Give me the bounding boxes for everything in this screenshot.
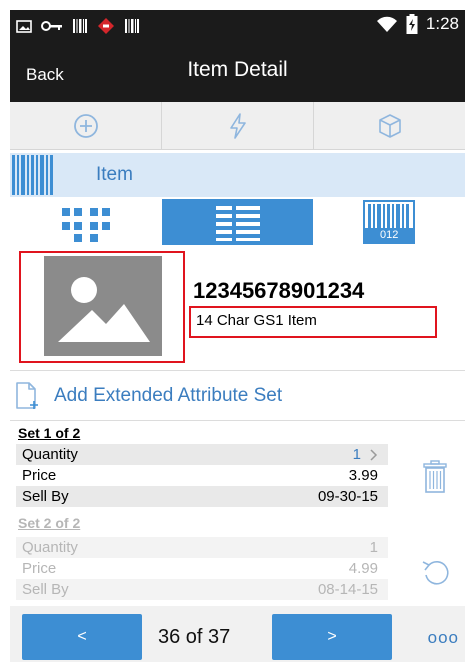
item-number: 12345678901234 xyxy=(193,278,365,303)
barcode-small-icon xyxy=(124,18,140,34)
set-title: Set 2 of 2 xyxy=(18,515,81,531)
row-value: 08-14-15 xyxy=(317,581,378,598)
barcode-view-digits: 012 xyxy=(365,228,414,242)
status-icons-right: 1:28 xyxy=(376,14,459,34)
attribute-set-1[interactable]: Quantity 1 Price 3.99 Sell By 09-30-15 xyxy=(16,444,388,507)
undo-icon xyxy=(422,561,449,585)
item-description-frame: 14 Char GS1 Item xyxy=(189,306,437,338)
image-icon xyxy=(16,19,32,33)
grid-icon xyxy=(61,208,110,242)
action-toolbar xyxy=(10,102,465,150)
page-title: Item Detail xyxy=(187,58,288,81)
status-bar: 1:28 xyxy=(10,10,465,40)
row-value: 1 xyxy=(352,446,361,463)
row-value-group: 1 xyxy=(353,446,378,463)
trash-icon xyxy=(423,460,447,493)
tab-list-view[interactable] xyxy=(161,199,314,245)
tab-grid-view[interactable] xyxy=(10,199,162,245)
image-placeholder-icon[interactable] xyxy=(44,256,162,356)
title-bar: Back Item Detail xyxy=(10,40,465,102)
item-section-header: Item xyxy=(10,153,465,197)
next-button[interactable]: > xyxy=(272,614,392,660)
battery-charging-icon xyxy=(406,14,418,34)
row-label: Sell By xyxy=(22,488,69,505)
pagination-bar: < 36 of 37 > ooo xyxy=(10,606,465,662)
box-icon xyxy=(378,113,401,138)
row-value: 4.99 xyxy=(348,560,378,577)
attribute-set-2: Quantity 1 Price 4.99 Sell By 08-14-15 xyxy=(16,537,388,600)
add-document-icon xyxy=(16,382,38,409)
list-icon xyxy=(215,206,260,241)
wifi-icon xyxy=(376,16,398,33)
set-row-quantity[interactable]: Quantity 1 xyxy=(16,444,388,465)
tab-barcode-view[interactable]: 012 xyxy=(313,199,466,245)
divider xyxy=(10,370,465,371)
alert-diamond-icon xyxy=(97,17,115,35)
row-value: 3.99 xyxy=(348,467,378,484)
divider xyxy=(10,420,465,421)
set-row-price: Price 4.99 xyxy=(16,558,388,579)
page-counter: 36 of 37 xyxy=(158,626,231,648)
more-options-button[interactable]: ooo xyxy=(428,628,459,648)
set-row-price: Price 3.99 xyxy=(16,465,388,486)
lightning-icon xyxy=(229,112,246,139)
set-row-quantity: Quantity 1 xyxy=(16,537,388,558)
chevron-right-icon[interactable] xyxy=(369,448,378,462)
row-label: Price xyxy=(22,560,57,577)
status-icons-left xyxy=(16,17,140,35)
quick-action-button[interactable] xyxy=(162,102,314,149)
set-row-sell-by: Sell By 09-30-15 xyxy=(16,486,388,507)
barcode-small-icon xyxy=(72,18,88,34)
row-value: 09-30-15 xyxy=(317,488,378,505)
key-icon xyxy=(41,20,63,32)
item-description: 14 Char GS1 Item xyxy=(196,312,317,329)
item-section-label: Item xyxy=(96,164,133,185)
add-extended-attribute-set-label: Add Extended Attribute Set xyxy=(54,385,283,406)
set-row-sell-by: Sell By 08-14-15 xyxy=(16,579,388,600)
barcode-view-icon: 012 xyxy=(363,200,416,244)
row-label: Quantity xyxy=(22,446,78,463)
previous-button[interactable]: < xyxy=(22,614,142,660)
package-button[interactable] xyxy=(314,102,465,149)
restore-set-button[interactable] xyxy=(420,556,452,591)
clock-time: 1:28 xyxy=(425,14,459,33)
delete-set-button[interactable] xyxy=(420,460,450,499)
add-button[interactable] xyxy=(10,102,162,149)
add-extended-attribute-set-button[interactable]: Add Extended Attribute Set xyxy=(10,376,465,416)
set-title: Set 1 of 2 xyxy=(18,425,81,441)
row-label: Sell By xyxy=(22,581,69,598)
barcode-icon xyxy=(12,155,53,195)
add-icon xyxy=(73,113,98,138)
item-image-frame xyxy=(19,251,185,363)
row-value: 1 xyxy=(369,539,378,556)
row-label: Price xyxy=(22,467,57,484)
view-tabs: 012 xyxy=(10,199,466,245)
row-label: Quantity xyxy=(22,539,78,556)
